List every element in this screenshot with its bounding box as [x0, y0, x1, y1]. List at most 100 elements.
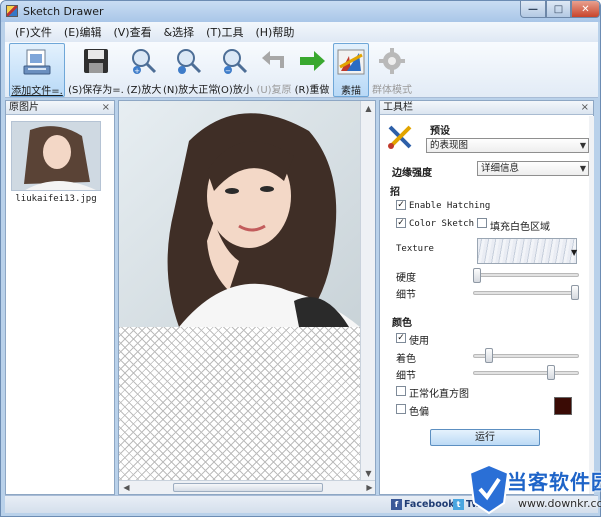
minimize-button[interactable]: —: [520, 1, 546, 18]
edge-strength-label: 边缘强度: [392, 168, 432, 179]
hardness-label: 硬度: [396, 273, 416, 284]
menu-tools[interactable]: (T)工具: [200, 24, 249, 40]
run-button[interactable]: 运行: [430, 429, 540, 446]
fill-white-checkbox[interactable]: [477, 218, 487, 228]
canvas-vertical-scrollbar[interactable]: ▲ ▼: [360, 101, 375, 481]
color-section-title: 颜色: [392, 318, 412, 329]
zoom-out-button[interactable]: − (O)放小: [215, 43, 255, 97]
color-detail-slider-track[interactable]: [473, 371, 579, 375]
menu-bar: (F)文件 (E)编辑 (V)查看 &选择 (T)工具 (H)帮助: [5, 22, 598, 42]
zoom-in-label: (Z)放大: [126, 85, 162, 96]
detail-slider-thumb[interactable]: [571, 285, 579, 300]
redo-label: (R)重做: [294, 85, 330, 96]
maximize-button[interactable]: □: [546, 1, 571, 18]
image-thumbnail[interactable]: [11, 121, 101, 191]
color-cast-checkbox[interactable]: [396, 404, 406, 414]
hardness-slider-thumb[interactable]: [473, 268, 481, 283]
save-as-label: (S)保存为=.: [68, 85, 124, 96]
horizontal-scroll-thumb[interactable]: [173, 483, 323, 492]
detail-label: 细节: [396, 290, 416, 301]
use-color-checkbox[interactable]: ✓: [396, 333, 406, 343]
thumbnail-filename: liukaifei13.jpg: [15, 194, 97, 204]
scroll-left-icon[interactable]: ◀: [121, 482, 132, 493]
zoom-normal-icon: [177, 49, 202, 74]
chevron-down-icon: ▼: [579, 141, 586, 150]
tools-panel-close-icon[interactable]: ×: [581, 101, 589, 115]
toolbar: 添加文件=. (S)保存为=. + (Z)放大 (N)放大正常 − (O)放小 …: [5, 42, 598, 98]
original-images-title: 原图片: [9, 102, 39, 113]
title-bar[interactable]: Sketch Drawer: [1, 1, 600, 22]
app-icon: [6, 5, 18, 17]
watermark-title: 当客软件园: [507, 470, 601, 494]
save-icon: [84, 49, 108, 73]
canvas-area: ▲ ▼ ◀ ▶: [118, 100, 376, 495]
add-file-label: 添加文件=.: [11, 86, 63, 97]
pencil-brush-icon: [388, 125, 412, 149]
stroke-section-title: 招: [390, 187, 400, 198]
menu-help[interactable]: (H)帮助: [249, 24, 300, 40]
tools-panel: 工具栏 × 预设 的表现图 ▼ 边缘强度 详细信息 ▼ 招 ✓ Enable H…: [379, 100, 594, 495]
facebook-label: Facebook: [404, 499, 455, 510]
facebook-link[interactable]: f Facebook: [391, 499, 455, 510]
use-color-label: 使用: [409, 336, 429, 347]
undo-button[interactable]: (U)复原: [255, 43, 293, 97]
preset-select-value: 的表现图: [430, 140, 469, 151]
close-button[interactable]: ✕: [571, 1, 600, 18]
zoom-normal-button[interactable]: (N)放大正常: [163, 43, 218, 97]
add-file-button[interactable]: 添加文件=.: [9, 43, 65, 97]
zoom-out-icon: −: [223, 49, 248, 75]
detail-slider-track[interactable]: [473, 291, 579, 295]
watermark-logo: 当客软件园 www.downkr.com: [466, 463, 601, 515]
svg-text:−: −: [225, 67, 231, 75]
zoom-out-label: (O)放小: [217, 85, 253, 96]
enable-hatching-checkbox[interactable]: ✓: [396, 200, 406, 210]
redo-button[interactable]: (R)重做: [293, 43, 331, 97]
facebook-icon: f: [391, 499, 402, 510]
original-images-panel: 原图片 × liukaifei13.jpg: [5, 100, 115, 495]
tools-panel-header: 工具栏 ×: [380, 101, 593, 115]
preset-label: 预设: [430, 126, 450, 137]
color-sketch-checkbox[interactable]: ✓: [396, 218, 406, 228]
tint-slider-thumb[interactable]: [484, 348, 493, 363]
hardness-slider-track[interactable]: [473, 273, 579, 277]
edge-strength-value: 详细信息: [481, 163, 520, 174]
batch-mode-label: 群体模式: [372, 85, 412, 96]
texture-select[interactable]: [477, 238, 577, 264]
preset-select[interactable]: 的表现图 ▼: [426, 138, 589, 153]
chevron-down-icon[interactable]: ▼: [571, 248, 577, 257]
transparent-canvas[interactable]: [119, 101, 360, 485]
menu-edit[interactable]: (E)编辑: [58, 24, 108, 40]
tools-panel-scrollbar[interactable]: [589, 116, 594, 494]
redo-icon: [300, 51, 325, 71]
save-as-button[interactable]: (S)保存为=.: [67, 43, 125, 97]
tools-panel-title: 工具栏: [383, 102, 413, 113]
canvas-horizontal-scrollbar[interactable]: ◀ ▶: [119, 480, 375, 494]
loaded-photo: [119, 101, 360, 327]
watermark-url: www.downkr.com: [518, 497, 601, 510]
svg-text:+: +: [134, 67, 140, 75]
normalize-histogram-checkbox[interactable]: [396, 386, 406, 396]
menu-file[interactable]: (F)文件: [9, 24, 58, 40]
menu-view[interactable]: (V)查看: [107, 24, 157, 40]
color-detail-label: 细节: [396, 371, 416, 382]
color-swatch[interactable]: [554, 397, 572, 415]
color-sketch-label: Color Sketch: [409, 219, 475, 229]
scroll-up-icon[interactable]: ▲: [363, 103, 374, 114]
photo-illustration: [119, 101, 360, 327]
color-detail-slider-thumb[interactable]: [546, 365, 555, 380]
sketch-icon: [337, 49, 365, 75]
scroll-down-icon[interactable]: ▼: [363, 468, 374, 479]
scroll-right-icon[interactable]: ▶: [364, 482, 375, 493]
undo-label: (U)复原: [256, 85, 292, 96]
edge-strength-select[interactable]: 详细信息 ▼: [477, 161, 589, 176]
original-images-header: 原图片 ×: [6, 101, 114, 115]
original-images-close-icon[interactable]: ×: [102, 101, 110, 115]
menu-select[interactable]: &选择: [158, 24, 201, 40]
chevron-down-icon: ▼: [579, 164, 586, 173]
zoom-in-button[interactable]: + (Z)放大: [125, 43, 163, 97]
sketch-button[interactable]: 素描: [333, 43, 369, 97]
window-title: Sketch Drawer: [23, 5, 104, 18]
undo-icon: [262, 51, 284, 68]
batch-mode-button[interactable]: 群体模式: [369, 43, 415, 97]
sketch-label: 素描: [341, 86, 361, 97]
